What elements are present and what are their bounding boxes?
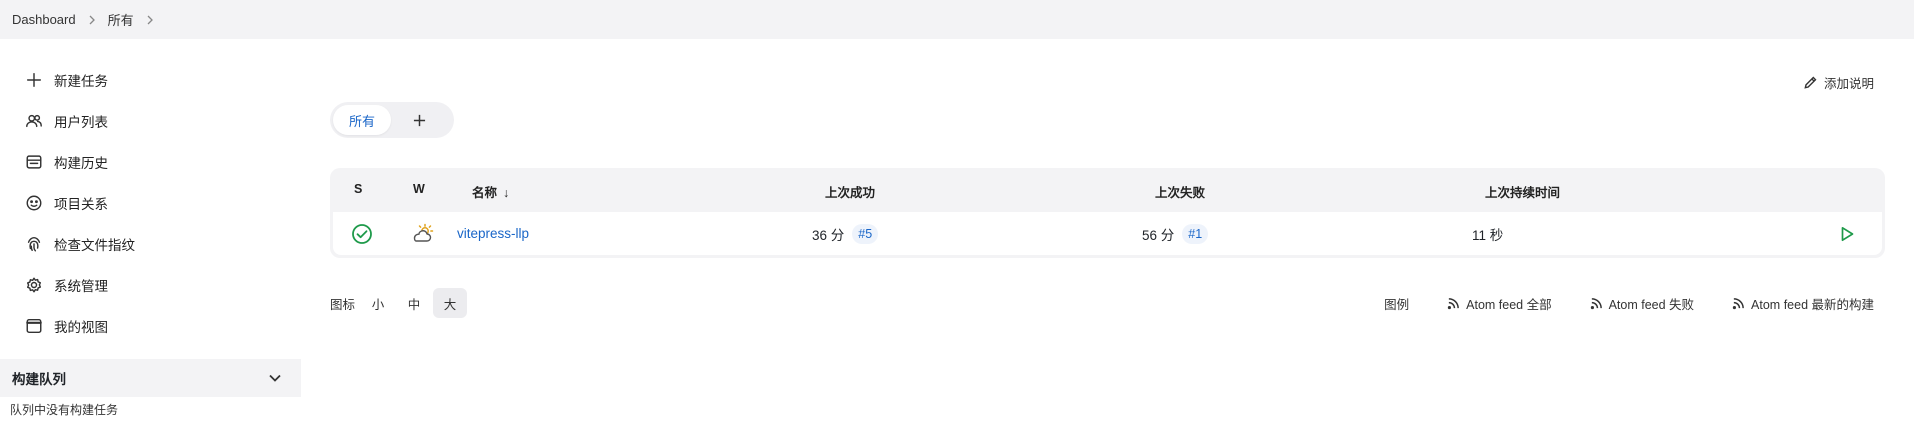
tab-all[interactable]: 所有 [333,105,391,135]
sidebar-item-project-relationship[interactable]: 项目关系 [0,182,301,223]
add-view-button[interactable] [391,105,447,135]
atom-feed-failed-link[interactable]: Atom feed 失败 [1590,294,1694,313]
sidebar-item-label: 项目关系 [54,196,108,212]
rss-icon [1447,297,1460,309]
header-last-success[interactable]: 上次成功 [825,182,875,201]
header-name-label: 名称 [472,186,498,200]
sidebar: 新建任务 用户列表 构建历史 项目关系 检查文件指纹 系统管理 我的视图 构建队… [0,39,301,428]
sidebar-item-build-history[interactable]: 构建历史 [0,141,301,182]
success-status-icon [351,212,373,255]
breadcrumb-all[interactable]: 所有 [108,10,134,29]
atom-feed-latest-label: Atom feed 最新的构建 [1751,297,1874,312]
jobs-table: S W 名称 ↓ 上次成功 上次失败 上次持续时间 vitepress-llp 3… [330,168,1885,258]
sidebar-item-users[interactable]: 用户列表 [0,100,301,141]
build-queue-header[interactable]: 构建队列 [0,359,301,397]
users-icon [24,111,44,131]
header-name[interactable]: 名称 ↓ [472,182,509,201]
sidebar-item-manage[interactable]: 系统管理 [0,264,301,305]
last-failure-build-link[interactable]: #1 [1182,223,1209,244]
relationship-icon [24,193,44,213]
sidebar-item-label: 系统管理 [54,278,108,294]
sidebar-item-my-views[interactable]: 我的视图 [0,305,301,346]
view-tabs: 所有 [330,102,454,138]
rss-icon [1590,297,1602,309]
chevron-down-icon [269,374,281,382]
sidebar-item-label: 我的视图 [54,319,108,335]
add-description-label: 添加说明 [1823,77,1874,91]
plus-icon [24,70,44,90]
header-weather[interactable]: W [413,182,425,196]
icon-size-small[interactable]: 小 [361,288,395,318]
header-status[interactable]: S [354,182,362,196]
build-queue-title: 构建队列 [12,372,66,387]
atom-feed-all-link[interactable]: Atom feed 全部 [1447,294,1552,313]
last-failure-time: 56 分 [1142,227,1175,243]
window-icon [24,316,44,336]
run-build-play-icon[interactable] [1838,212,1856,255]
table-header: S W 名称 ↓ 上次成功 上次失败 上次持续时间 [330,168,1885,212]
feed-links: 图例 Atom feed 全部 Atom feed 失败 Atom feed 最… [1346,293,1874,313]
last-failure-cell: 56 分 #1 [1142,212,1209,255]
job-link-vitepress-llp[interactable]: vitepress-llp [457,212,529,255]
build-queue-empty-text: 队列中没有构建任务 [10,403,119,417]
fingerprint-icon [24,234,44,254]
history-icon [24,152,44,172]
atom-feed-failed-label: Atom feed 失败 [1608,297,1695,312]
chevron-right-icon [88,15,96,25]
legend-link[interactable]: 图例 [1384,294,1409,313]
sidebar-item-label: 构建历史 [54,155,108,171]
breadcrumb: Dashboard 所有 [0,0,1914,39]
sidebar-item-fingerprint[interactable]: 检查文件指纹 [0,223,301,264]
header-last-failure[interactable]: 上次失败 [1155,182,1205,201]
atom-feed-all-label: Atom feed 全部 [1466,297,1552,312]
header-last-duration[interactable]: 上次持续时间 [1485,182,1560,201]
add-description-link[interactable]: 添加说明 [1803,73,1874,92]
sort-desc-icon: ↓ [503,186,510,200]
sidebar-menu: 新建任务 用户列表 构建历史 项目关系 检查文件指纹 系统管理 我的视图 [0,59,301,346]
sidebar-item-label: 新建任务 [54,73,108,89]
rss-icon [1732,297,1744,309]
breadcrumb-dashboard[interactable]: Dashboard [12,12,76,27]
sidebar-item-new-job[interactable]: 新建任务 [0,59,301,100]
last-success-time: 36 分 [812,227,845,243]
sidebar-item-label: 用户列表 [54,114,108,130]
pencil-icon [1804,76,1817,89]
icon-size-medium[interactable]: 中 [397,288,431,318]
plus-icon [413,114,425,126]
table-row: vitepress-llp 36 分 #5 56 分 #1 11 秒 [333,212,1882,255]
icon-size-large[interactable]: 大 [433,288,468,318]
icon-size-selector: 图标 小 中 大 [330,288,468,318]
icon-size-label: 图标 [330,297,356,312]
gear-icon [24,275,44,295]
atom-feed-latest-link[interactable]: Atom feed 最新的构建 [1732,294,1874,313]
last-success-cell: 36 分 #5 [812,212,879,255]
last-duration-cell: 11 秒 [1472,227,1504,243]
sidebar-item-label: 检查文件指纹 [54,237,135,253]
chevron-right-icon[interactable] [146,15,154,25]
last-success-build-link[interactable]: #5 [852,223,879,244]
weather-partly-sunny-icon [411,212,435,255]
